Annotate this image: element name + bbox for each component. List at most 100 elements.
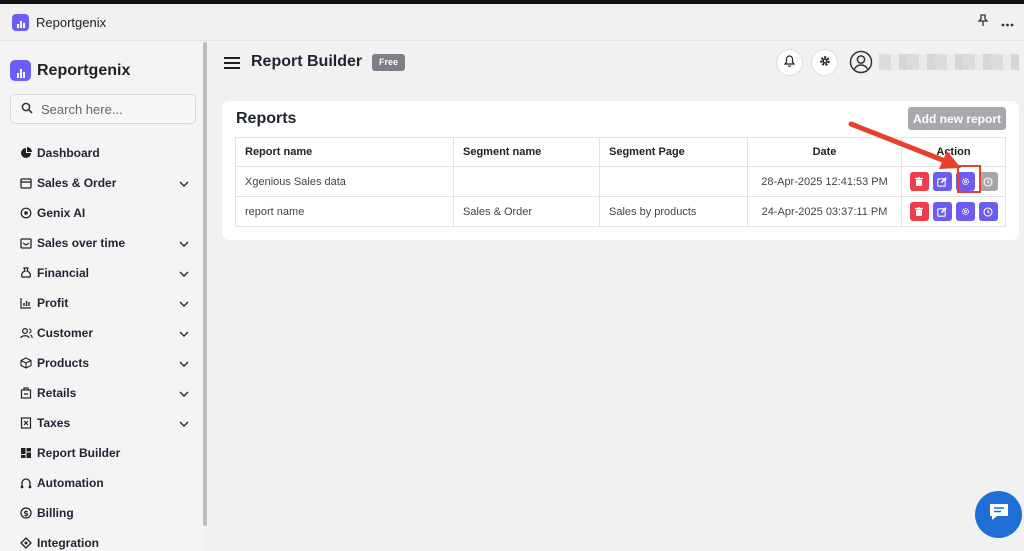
sidebar-item-label: Automation xyxy=(37,476,104,490)
chevron-down-icon[interactable] xyxy=(179,266,189,280)
schedule-button[interactable] xyxy=(978,172,998,191)
sidebar-item-financial[interactable]: Financial xyxy=(19,258,189,288)
trash-icon xyxy=(915,207,923,216)
column-header: Segment name xyxy=(453,137,600,167)
app-logo-icon xyxy=(12,13,29,31)
sidebar-item-report-builder[interactable]: Report Builder xyxy=(19,438,189,468)
trash-icon xyxy=(915,177,923,186)
edit-button[interactable] xyxy=(932,202,952,221)
store-icon xyxy=(19,386,33,400)
sidebar-item-label: Financial xyxy=(37,266,90,280)
window-title: Reportgenix xyxy=(36,14,107,30)
pin-icon[interactable] xyxy=(977,14,989,30)
sidebar-item-label: Integration xyxy=(37,536,99,550)
sidebar-item-taxes[interactable]: Taxes xyxy=(19,408,189,438)
sidebar-item-label: Products xyxy=(37,356,90,370)
segment-page-cell: Sales by products xyxy=(599,196,748,227)
schedule-button[interactable] xyxy=(978,202,998,221)
ai-icon xyxy=(19,206,33,220)
segment-name-cell: Sales & Order xyxy=(453,196,600,227)
sidebar-item-profit[interactable]: Profit xyxy=(19,288,189,318)
sidebar-item-label: Profit xyxy=(37,296,69,310)
sidebar-item-label: Sales & Order xyxy=(37,176,117,190)
sidebar-item-label: Genix AI xyxy=(37,206,86,220)
settings-button[interactable] xyxy=(811,49,838,76)
bell-icon xyxy=(783,54,796,72)
column-header: Segment Page xyxy=(599,137,748,167)
main-header: Report Builder Free xyxy=(222,42,1024,84)
brand-name: Reportgenix xyxy=(37,61,131,79)
brand: Reportgenix xyxy=(10,60,130,81)
sidebar-item-retails[interactable]: Retails xyxy=(19,378,189,408)
chevron-down-icon[interactable] xyxy=(179,356,189,370)
clock-icon xyxy=(983,176,993,187)
pie-chart-icon xyxy=(19,146,33,160)
bar-chart-icon xyxy=(19,296,33,310)
sidebar: Reportgenix Search here... Dashboard Sal… xyxy=(0,42,205,551)
grid-icon xyxy=(19,446,33,460)
settings-action-button[interactable] xyxy=(955,202,975,221)
edit-icon xyxy=(937,206,947,217)
delete-button[interactable] xyxy=(909,202,929,221)
sidebar-item-dashboard[interactable]: Dashboard xyxy=(19,138,189,168)
edit-icon xyxy=(937,176,947,187)
plan-badge: Free xyxy=(372,54,406,71)
box-icon xyxy=(19,176,33,190)
search-icon xyxy=(21,102,33,117)
redacted-username xyxy=(879,54,1019,70)
chevron-down-icon[interactable] xyxy=(179,236,189,250)
sidebar-item-billing[interactable]: $ Billing xyxy=(19,498,189,528)
automation-icon xyxy=(19,476,33,490)
segment-page-cell xyxy=(599,166,748,197)
gear-icon xyxy=(819,54,831,72)
chat-widget-button[interactable] xyxy=(975,491,1022,538)
menu-toggle-icon[interactable] xyxy=(224,57,240,72)
annotation-arrow xyxy=(848,121,961,169)
action-cell xyxy=(901,196,1006,227)
table-row: report name Sales & Order Sales by produ… xyxy=(235,196,1006,227)
notifications-button[interactable] xyxy=(776,49,803,76)
sidebar-item-integration[interactable]: Integration xyxy=(19,528,189,551)
sidebar-item-sales-order[interactable]: Sales & Order xyxy=(19,168,189,198)
chevron-down-icon[interactable] xyxy=(179,386,189,400)
svg-text:$: $ xyxy=(23,509,29,518)
report-name-cell: report name xyxy=(235,196,454,227)
users-icon xyxy=(19,326,33,340)
sidebar-item-genix-ai[interactable]: Genix AI xyxy=(19,198,189,228)
sidebar-item-label: Taxes xyxy=(37,416,71,430)
annotation-highlight-box xyxy=(957,165,981,193)
brand-logo-icon xyxy=(10,60,31,81)
sidebar-item-products[interactable]: Products xyxy=(19,348,189,378)
gear-icon xyxy=(961,208,969,215)
segment-name-cell xyxy=(453,166,600,197)
dollar-icon: $ xyxy=(19,506,33,520)
integration-icon xyxy=(19,536,33,550)
sidebar-item-label: Billing xyxy=(37,506,74,520)
inbox-icon xyxy=(19,236,33,250)
clock-icon xyxy=(983,206,993,217)
chat-icon xyxy=(988,502,1010,527)
sidebar-item-label: Retails xyxy=(37,386,77,400)
date-cell: 24-Apr-2025 03:37:11 PM xyxy=(747,196,902,227)
search-placeholder: Search here... xyxy=(41,101,123,117)
sidebar-item-label: Report Builder xyxy=(37,446,121,460)
page-title: Report Builder xyxy=(251,53,363,70)
chevron-down-icon[interactable] xyxy=(179,416,189,430)
sidebar-item-label: Customer xyxy=(37,326,94,340)
sidebar-item-label: Dashboard xyxy=(37,146,100,160)
sidebar-item-customer[interactable]: Customer xyxy=(19,318,189,348)
chevron-down-icon[interactable] xyxy=(179,296,189,310)
sidebar-item-label: Sales over time xyxy=(37,236,126,250)
sidebar-item-automation[interactable]: Automation xyxy=(19,468,189,498)
cube-icon xyxy=(19,356,33,370)
money-bag-icon xyxy=(19,266,33,280)
user-avatar-icon[interactable] xyxy=(849,50,873,74)
search-input[interactable]: Search here... xyxy=(10,94,196,124)
report-name-cell: Xgenious Sales data xyxy=(235,166,454,197)
sidebar-item-sales-over-time[interactable]: Sales over time xyxy=(19,228,189,258)
chevron-down-icon[interactable] xyxy=(179,176,189,190)
tax-icon xyxy=(19,416,33,430)
sidebar-scrollbar[interactable] xyxy=(203,42,207,526)
more-options-icon[interactable] xyxy=(1001,15,1014,30)
chevron-down-icon[interactable] xyxy=(179,326,189,340)
